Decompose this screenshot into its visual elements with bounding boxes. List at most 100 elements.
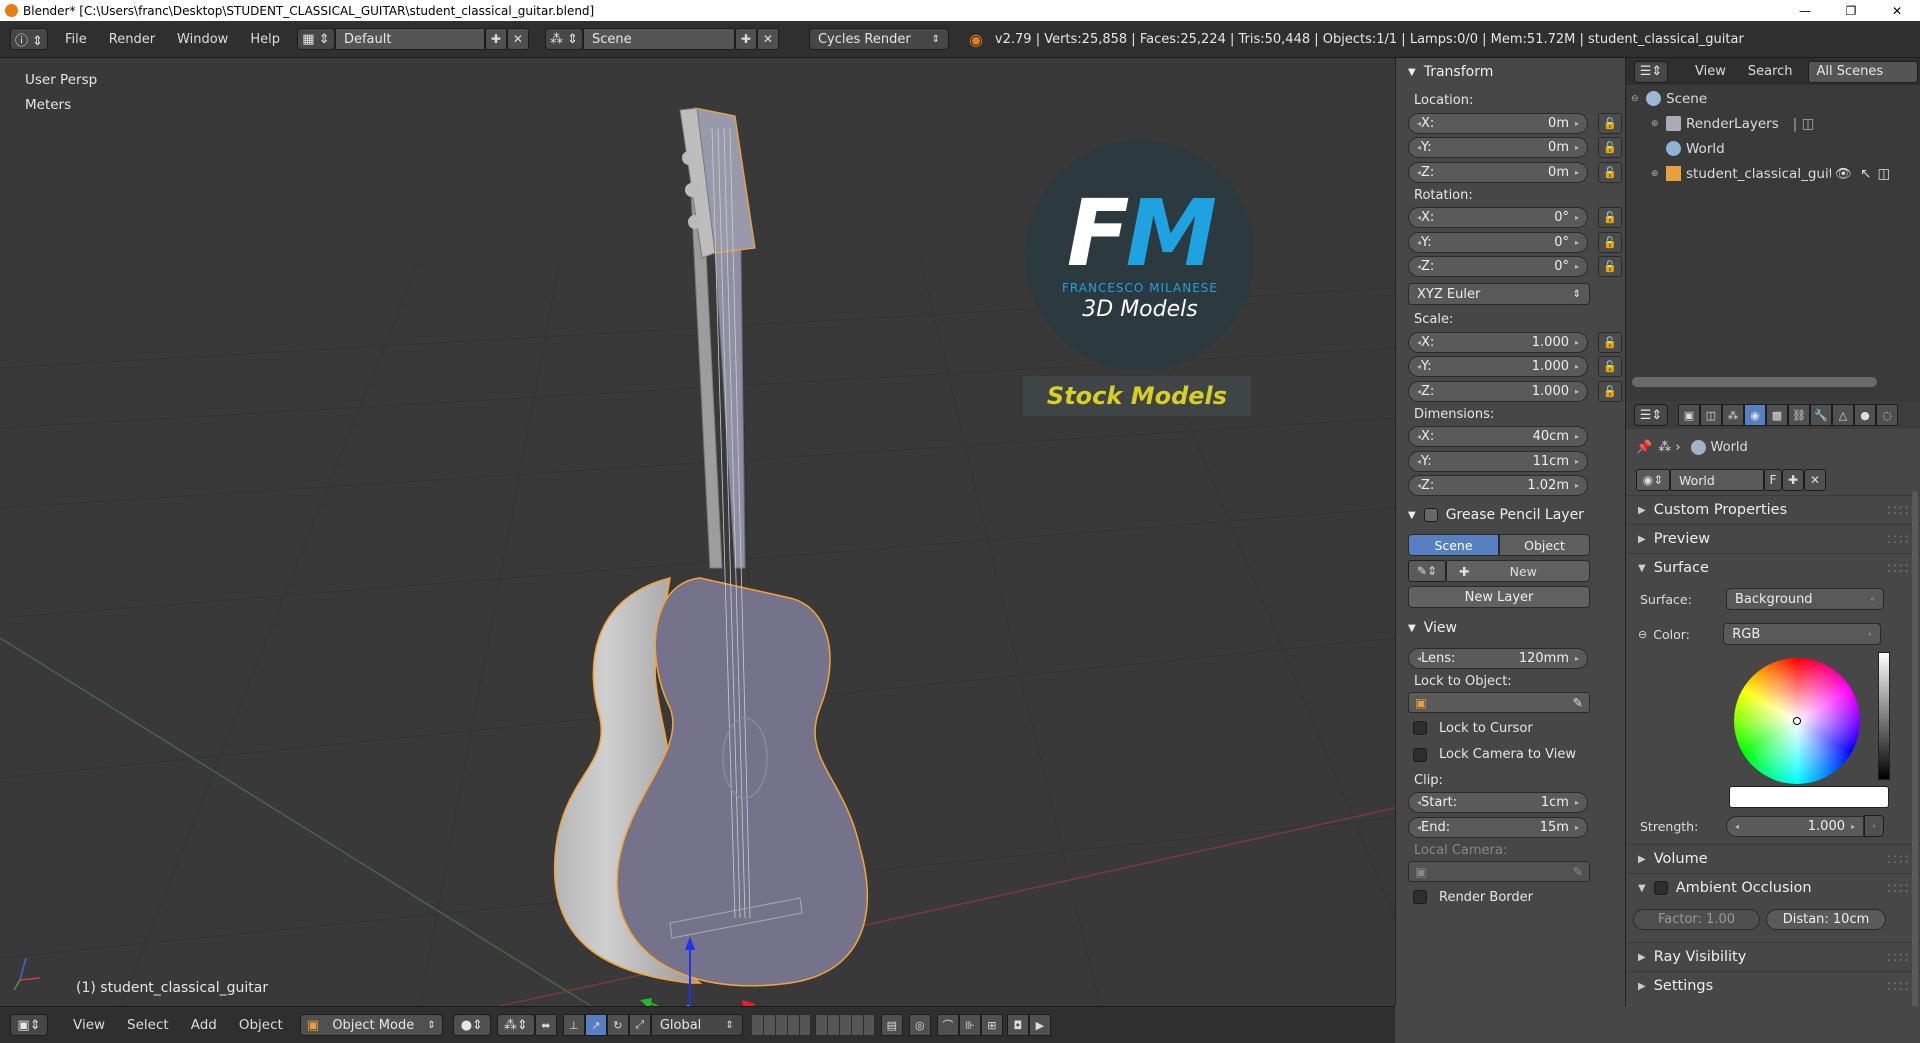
settings-panel[interactable]: ▶ Settings:::: <box>1626 971 1920 1000</box>
lock-icon[interactable]: 🔓 <box>1598 231 1622 253</box>
manipulator-toggle-icon[interactable]: ⊥ <box>562 1014 585 1036</box>
outliner-menu-view[interactable]: View <box>1684 64 1737 79</box>
rotation-y-field[interactable]: ◂ Y: 0° ▸ <box>1408 231 1588 253</box>
screen-layout-selector[interactable]: ▦ ⇕ <box>296 28 335 50</box>
ao-factor-field[interactable]: Factor: 1.00 <box>1633 908 1760 930</box>
strength-field[interactable]: ◂ 1.000 ▸ <box>1726 815 1864 837</box>
outliner-horizontal-scrollbar[interactable] <box>1626 374 1916 390</box>
properties-editor-type[interactable]: ☰⇕ <box>1634 404 1668 426</box>
color-mode-dropdown[interactable]: RGB ◦ <box>1723 623 1882 645</box>
location-z-field[interactable]: ◂ Z: 0m ▸ <box>1408 161 1588 183</box>
3d-viewport[interactable]: User Persp Meters (1) student_classical_… <box>0 58 1395 1006</box>
lock-icon[interactable]: 🔓 <box>1598 137 1622 159</box>
scale-y-field[interactable]: ◂ Y: 1.000 ▸ <box>1408 356 1588 378</box>
object-tab-icon[interactable]: ▩ <box>1766 404 1788 426</box>
new-world-button[interactable]: ✚ <box>1782 469 1804 491</box>
viewport-menu-select[interactable]: Select <box>116 1017 180 1033</box>
layer-lock-icon[interactable]: ▤ <box>880 1014 903 1036</box>
brightness-slider[interactable] <box>1878 652 1890 780</box>
scene-name-field[interactable]: Scene <box>582 28 735 50</box>
clip-end-field[interactable]: ◂ End: 15m ▸ <box>1408 816 1588 838</box>
translate-manipulator-icon[interactable]: ↗ <box>584 1014 607 1036</box>
opengl-animation-icon[interactable]: ▶ <box>1028 1014 1051 1036</box>
render-engine-dropdown[interactable]: Cycles Render ⇕ <box>808 28 949 50</box>
ao-distance-field[interactable]: Distan: 10cm <box>1766 908 1886 930</box>
scale-x-field[interactable]: ◂ X: 1.000 ▸ <box>1408 331 1588 353</box>
pivot-point-dropdown[interactable]: ⁂⇕ <box>496 1014 535 1036</box>
viewport-shading-dropdown[interactable]: ●⇕ <box>452 1014 491 1036</box>
ambient-occlusion-panel[interactable]: ▼ Ambient Occlusion:::: <box>1626 873 1920 902</box>
viewport-menu-add[interactable]: Add <box>180 1017 228 1033</box>
visibility-eye-icon[interactable]: 👁 <box>1835 166 1852 182</box>
properties-scrollbar[interactable] <box>1912 491 1918 1011</box>
transform-panel-header[interactable]: ▼ Transform <box>1396 60 1625 84</box>
outliner-scene-row[interactable]: ⊖ Scene <box>1626 86 1920 111</box>
outliner-object-row[interactable]: ⊕ student_classical_guita 👁 ↖ ◫ <box>1626 161 1920 186</box>
dimensions-x-field[interactable]: ◂ X: 40cm ▸ <box>1408 426 1588 448</box>
gp-datablock-selector[interactable]: ✎⇕ <box>1408 560 1446 582</box>
preview-panel[interactable]: ▶ Preview:::: <box>1626 524 1920 553</box>
unlink-world-button[interactable]: ✕ <box>1804 469 1826 491</box>
strength-socket-button[interactable]: ◦ <box>1864 815 1884 837</box>
color-swatch[interactable] <box>1729 786 1889 808</box>
scene-selector[interactable]: ⁂ ⇕ <box>544 28 583 50</box>
pin-icon[interactable]: 📌 <box>1636 440 1652 455</box>
viewport-menu-object[interactable]: Object <box>228 1017 294 1033</box>
rotate-manipulator-icon[interactable]: ↻ <box>606 1014 629 1036</box>
lock-icon[interactable]: 🔓 <box>1598 256 1622 278</box>
render-border-row[interactable]: Render Border <box>1396 882 1625 913</box>
outliner-renderlayers-row[interactable]: ⊕ RenderLayers | ◫ <box>1626 111 1920 136</box>
outliner-world-row[interactable]: World <box>1626 136 1920 161</box>
lock-to-cursor-row[interactable]: Lock to Cursor <box>1396 713 1625 744</box>
lock-icon[interactable]: 🔓 <box>1598 112 1622 134</box>
lock-camera-checkbox[interactable] <box>1413 747 1427 762</box>
material-tab-icon[interactable]: ● <box>1854 404 1876 426</box>
rotation-x-field[interactable]: ◂ X: 0° ▸ <box>1408 207 1588 229</box>
renderlayers-tab-icon[interactable]: ◫ <box>1700 404 1722 426</box>
menu-help[interactable]: Help <box>239 32 291 47</box>
gp-object-toggle[interactable]: Object <box>1499 534 1590 556</box>
maximize-button[interactable]: ❐ <box>1828 0 1874 21</box>
menu-window[interactable]: Window <box>166 32 239 47</box>
ambient-occlusion-checkbox[interactable] <box>1653 881 1668 895</box>
checkbox-checked[interactable] <box>1423 508 1438 522</box>
world-tab-icon[interactable]: ◉ <box>1744 404 1766 426</box>
grease-pencil-panel-header[interactable]: ▼ Grease Pencil Layer <box>1396 503 1625 527</box>
lock-icon[interactable]: 🔓 <box>1598 356 1622 378</box>
lock-icon[interactable]: 🔓 <box>1598 380 1622 402</box>
snap-target-icon[interactable]: ⊞ <box>980 1014 1003 1036</box>
render-camera-icon[interactable]: ◫ <box>1877 166 1890 182</box>
local-camera-field[interactable]: ▣ ✎ <box>1408 860 1590 882</box>
view-panel-header[interactable]: ▼ View <box>1396 616 1625 640</box>
outliner-display-mode[interactable]: All Scenes <box>1807 60 1918 83</box>
gp-scene-toggle[interactable]: Scene <box>1408 534 1499 556</box>
opengl-render-icon[interactable]: ◘ <box>1006 1014 1029 1036</box>
ray-visibility-panel[interactable]: ▶ Ray Visibility:::: <box>1626 942 1920 971</box>
add-scene-button[interactable]: ✚ <box>734 28 757 50</box>
viewport-menu-view[interactable]: View <box>62 1017 116 1033</box>
surface-shader-dropdown[interactable]: Background ◦ <box>1726 588 1884 610</box>
volume-panel[interactable]: ▶ Volume:::: <box>1626 844 1920 873</box>
surface-panel[interactable]: ▼ Surface:::: <box>1626 553 1920 582</box>
select-arrow-icon[interactable]: ↖ <box>1860 166 1871 182</box>
scene-tab-icon[interactable]: ⁂ <box>1722 404 1744 426</box>
proportional-edit-icon[interactable]: ◎ <box>908 1014 931 1036</box>
outliner-menu-search[interactable]: Search <box>1737 64 1804 79</box>
lock-camera-row[interactable]: Lock Camera to View <box>1396 744 1625 766</box>
lock-icon[interactable]: 🔓 <box>1598 161 1622 183</box>
remove-layout-button[interactable]: ✕ <box>506 28 529 50</box>
world-name-field[interactable]: World <box>1670 469 1764 491</box>
editor-type-info-button[interactable]: ⓘ ⇕ <box>10 28 48 50</box>
constraints-tab-icon[interactable]: ⛓ <box>1788 404 1810 426</box>
guitar-object[interactable] <box>553 107 869 987</box>
interaction-mode-dropdown[interactable]: ▣ Object Mode ⇕ <box>299 1014 443 1036</box>
location-x-field[interactable]: ◂ X: 0m ▸ <box>1408 112 1588 134</box>
physics-tab-icon[interactable]: ◌ <box>1876 404 1898 426</box>
color-picker[interactable] <box>1626 652 1920 786</box>
outliner-editor-type[interactable]: ☰⇕ <box>1634 60 1668 83</box>
close-window-button[interactable]: ✕ <box>1874 0 1920 21</box>
transform-orientation-dropdown[interactable]: Global ⇕ <box>650 1014 743 1036</box>
modifiers-tab-icon[interactable]: 🔧 <box>1810 404 1832 426</box>
snap-element-icon[interactable]: ⊪ <box>958 1014 981 1036</box>
world-browse-button[interactable]: ◉⇕ <box>1636 469 1670 491</box>
